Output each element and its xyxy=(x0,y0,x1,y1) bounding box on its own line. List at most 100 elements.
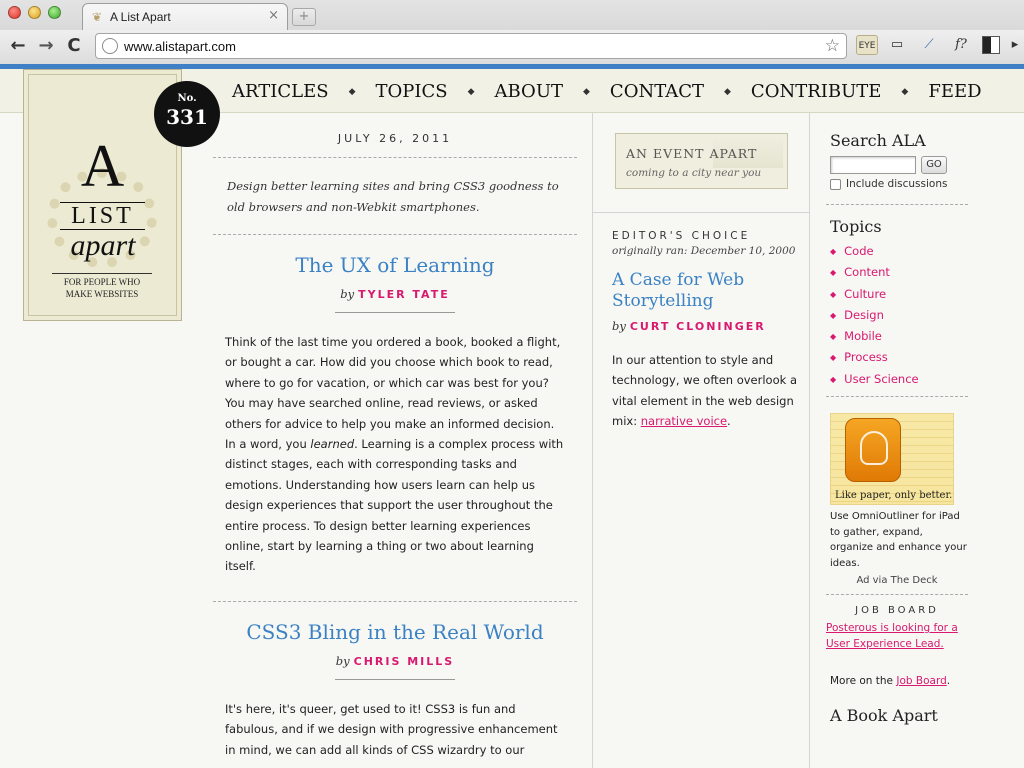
bullet-icon: ◆ xyxy=(830,310,837,320)
editors-choice-date: originally ran: December 10, 2000 xyxy=(612,245,796,257)
search-heading: Search ALA xyxy=(830,131,926,150)
close-window-button[interactable] xyxy=(8,6,21,19)
article: The UX of Learning by TYLER TATE Think of… xyxy=(213,253,577,602)
include-discussions-option[interactable]: Include discussions xyxy=(830,178,968,190)
nav-about[interactable]: ABOUT xyxy=(495,81,564,102)
topic-culture[interactable]: ◆ Culture xyxy=(830,284,968,305)
ad-image[interactable]: Like paper, only better. xyxy=(830,413,954,506)
issue-number: 331 xyxy=(166,105,208,129)
topic-label: Content xyxy=(844,265,890,280)
body-text: Think of the last time you ordered a boo… xyxy=(225,335,561,452)
ruler-extension-icon[interactable]: ▭ xyxy=(886,35,908,55)
close-tab-icon[interactable]: × xyxy=(268,8,279,23)
search-form: GO xyxy=(830,156,968,174)
search-input[interactable] xyxy=(830,156,916,174)
favicon-icon: ❦ xyxy=(92,10,103,24)
article-title[interactable]: The UX of Learning xyxy=(213,253,577,277)
editors-choice-label: EDITOR'S CHOICE xyxy=(612,230,751,242)
topic-content[interactable]: ◆ Content xyxy=(830,262,968,283)
bookmark-star-icon[interactable]: ☆ xyxy=(825,36,840,56)
forward-button[interactable]: → xyxy=(36,35,56,56)
article-author[interactable]: TYLER TATE xyxy=(358,288,450,301)
editors-choice-title[interactable]: A Case for Web Storytelling xyxy=(612,270,802,312)
address-bar[interactable]: www.alistapart.com ☆ xyxy=(95,33,847,59)
logo-tagline: FOR PEOPLE WHO MAKE WEBSITES xyxy=(52,273,152,300)
article-title[interactable]: CSS3 Bling in the Real World xyxy=(213,620,577,644)
nav-menu: ARTICLES ◆ TOPICS ◆ ABOUT ◆ CONTACT ◆ CO… xyxy=(232,81,982,102)
article-byline: by TYLER TATE xyxy=(213,287,577,301)
job-board-link[interactable]: Job Board xyxy=(896,675,946,687)
editors-choice-byline: by CURT CLONINGER xyxy=(612,319,766,333)
ad-caption: Like paper, only better. xyxy=(835,490,953,502)
browser-tab[interactable]: ❦ A List Apart × xyxy=(82,3,288,30)
narrative-voice-link[interactable]: narrative voice xyxy=(641,414,727,428)
bullet-icon: ◆ xyxy=(830,353,837,363)
byline-prefix: by xyxy=(340,287,355,301)
topic-code[interactable]: ◆ Code xyxy=(830,241,968,262)
byline-prefix: by xyxy=(612,319,626,333)
logo-letter: A xyxy=(80,133,125,199)
nav-feed[interactable]: FEED xyxy=(928,81,981,102)
url-text: www.alistapart.com xyxy=(124,39,236,54)
middle-column: AN EVENT APART coming to a city near you… xyxy=(592,113,810,768)
divider xyxy=(826,594,968,596)
contrast-extension-icon[interactable] xyxy=(982,36,1000,54)
nav-articles[interactable]: ARTICLES xyxy=(232,81,329,102)
back-button[interactable]: ← xyxy=(8,35,28,56)
divider xyxy=(593,212,810,213)
topics-list: ◆ Code ◆ Content ◆ Culture ◆ Design ◆ Mobile … xyxy=(830,241,968,390)
ad-via-link[interactable]: Ad via The Deck xyxy=(826,575,968,586)
font-extension-icon[interactable]: f? xyxy=(950,35,972,55)
window-controls xyxy=(8,6,61,19)
minimize-window-button[interactable] xyxy=(28,6,41,19)
event-apart-banner[interactable]: AN EVENT APART coming to a city near you xyxy=(615,133,788,189)
reload-button[interactable]: C xyxy=(64,35,84,56)
web-page: ARTICLES ◆ TOPICS ◆ ABOUT ◆ CONTACT ◆ CO… xyxy=(0,69,1024,768)
wrench-menu-icon[interactable]: ▸ xyxy=(1008,35,1022,55)
topic-label: Mobile xyxy=(844,329,882,344)
zoom-window-button[interactable] xyxy=(48,6,61,19)
search-go-button[interactable]: GO xyxy=(921,156,947,174)
lightbulb-icon xyxy=(860,431,888,466)
topic-process[interactable]: ◆ Process xyxy=(830,347,968,368)
omnioutliner-app-icon xyxy=(845,418,901,483)
include-discussions-checkbox[interactable] xyxy=(830,178,841,190)
topic-label: Process xyxy=(844,350,888,365)
new-tab-button[interactable]: + xyxy=(292,8,316,26)
topic-mobile[interactable]: ◆ Mobile xyxy=(830,326,968,347)
article-body: Think of the last time you ordered a boo… xyxy=(213,313,577,601)
nav-contribute[interactable]: CONTRIBUTE xyxy=(751,81,882,102)
event-apart-subtitle: coming to a city near you xyxy=(626,167,762,179)
body-text: . xyxy=(727,414,731,429)
topics-heading: Topics xyxy=(830,217,882,236)
bullet-icon: ◆ xyxy=(830,247,837,256)
topic-design[interactable]: ◆ Design xyxy=(830,305,968,326)
divider xyxy=(826,204,968,205)
article-body: It's here, it's queer, get used to it! C… xyxy=(225,701,558,757)
topic-label: User Science xyxy=(844,371,919,386)
bullet-icon: ◆ xyxy=(830,374,837,384)
browser-toolbar: ← → C www.alistapart.com ☆ EYE ▭ ⟋ f? ▸ xyxy=(0,30,1024,64)
topic-user-science[interactable]: ◆ User Science xyxy=(830,369,968,390)
issue-date: JULY 26, 2011 xyxy=(213,113,577,158)
nav-contact[interactable]: CONTACT xyxy=(610,81,704,102)
nav-topics[interactable]: TOPICS xyxy=(375,81,447,102)
tab-title: A List Apart xyxy=(110,10,171,24)
ad-text[interactable]: Use OmniOutliner for iPad to gather, exp… xyxy=(830,509,968,571)
eyedropper-extension-icon[interactable]: ⟋ xyxy=(918,35,940,55)
body-text: . Learning is a complex process with dis… xyxy=(225,437,564,574)
browser-chrome: ❦ A List Apart × + ← → C www.alistapart.… xyxy=(0,0,1024,64)
eye-extension-icon[interactable]: EYE xyxy=(856,35,878,55)
nav-separator: ◆ xyxy=(724,86,731,97)
issue-badge: No. 331 xyxy=(154,81,220,147)
logo-apart: apart xyxy=(70,229,136,262)
book-apart-heading[interactable]: A Book Apart xyxy=(830,706,968,725)
editors-choice-author[interactable]: CURT CLONINGER xyxy=(630,320,766,333)
logo-list: LIST xyxy=(60,202,145,230)
bullet-icon: ◆ xyxy=(830,332,837,342)
byline-prefix: by xyxy=(335,653,350,668)
job-board-label: JOB BOARD xyxy=(855,605,939,617)
job-listing-link[interactable]: Posterous is looking for a User Experien… xyxy=(826,621,968,652)
article-author[interactable]: CHRIS MILLS xyxy=(354,655,455,668)
divider xyxy=(826,396,968,398)
